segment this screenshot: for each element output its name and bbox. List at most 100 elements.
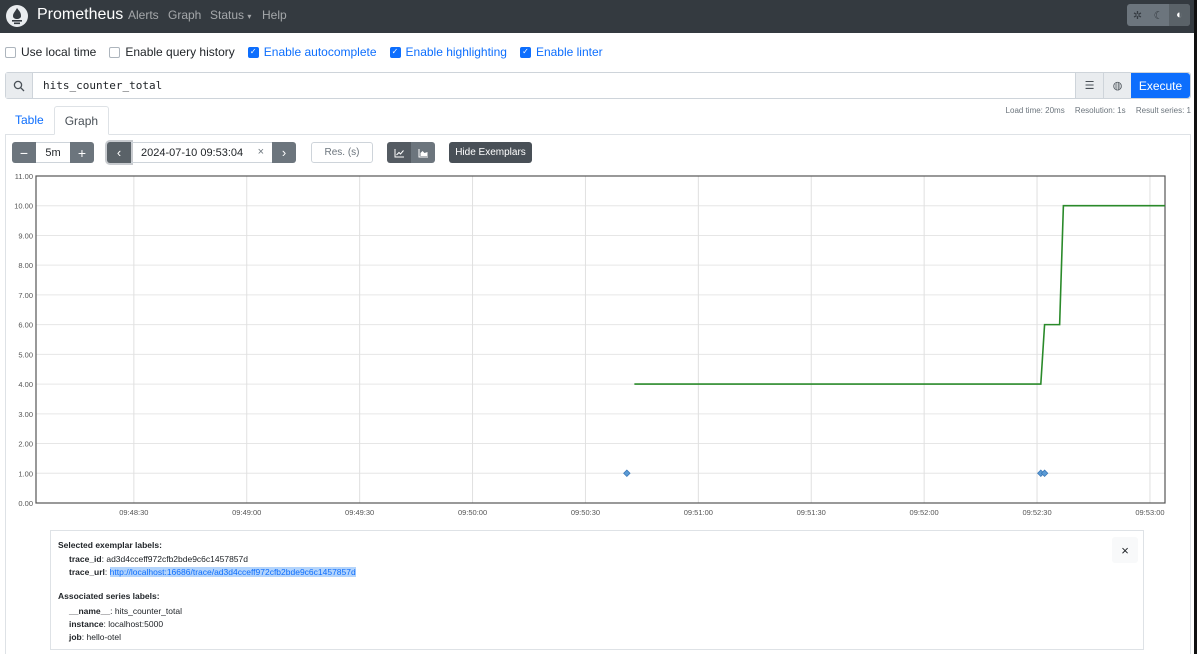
exemplar-label-trace-url: trace_url: http://localhost:16686/trace/… [69,567,356,577]
increase-range-button[interactable]: + [70,142,94,163]
trace-url-link[interactable]: http://localhost:16686/trace/ad3d4cceff9… [109,567,356,577]
expression-input-group: hits_counter_total ☰ ◍ Execute [5,72,1191,99]
theme-dark-button[interactable]: ☾ [1148,4,1169,26]
theme-auto-button[interactable]: ◐ [1169,4,1190,26]
nav-alerts[interactable]: Alerts [128,8,159,22]
y-tick-label: 6.00 [18,321,33,330]
option-enable-highlighting[interactable]: ✓ Enable highlighting [389,45,507,59]
globe-icon: ◍ [1112,80,1123,92]
chevron-down-icon: ▾ [247,12,252,21]
exemplar-marker[interactable] [623,469,631,478]
previous-time-button[interactable]: ‹ [107,142,131,163]
label-key: instance [69,619,104,629]
clear-time-icon[interactable]: × [258,146,264,158]
label-value: hits_counter_total [114,606,182,616]
expression-input[interactable]: hits_counter_total [33,73,1075,98]
tab-table[interactable]: Table [5,106,54,135]
y-tick-label: 10.00 [14,202,33,211]
view-tabs: Table Graph [5,106,110,135]
checkbox[interactable] [109,46,121,58]
theme-switcher: ✲ ☾ ◐ [1127,4,1190,26]
line-chart-button[interactable] [387,142,411,163]
y-tick-label: 1.00 [18,469,33,478]
label-key: trace_id [69,554,102,564]
sun-gear-icon: ✲ [1132,9,1143,22]
close-exemplar-button[interactable]: × [1112,537,1138,563]
x-axis-ticks: 09:48:30 09:49:00 09:49:30 09:50:00 09:50:30… [119,508,1164,517]
x-tick-label: 09:52:00 [910,508,939,517]
hide-exemplars-button[interactable]: Hide Exemplars [449,142,532,163]
chart-grid [36,175,1165,504]
metrics-explorer-button[interactable]: ◍ [1103,73,1131,98]
label-value: ad3d4cceff972cfb2bde9c6c1457857d [106,554,248,564]
chart-mode-group [387,142,435,163]
nav-graph[interactable]: Graph [168,8,201,22]
nav-status[interactable]: Status ▾ [210,8,251,22]
label-key: job [69,632,82,642]
graph-chart[interactable]: 0.00 1.00 2.00 3.00 4.00 5.00 6.00 7.00 8.00 9.00… [0,168,1197,520]
y-tick-label: 5.00 [18,350,33,359]
y-axis-ticks: 0.00 1.00 2.00 3.00 4.00 5.00 6.00 7.00 8.00 9.00… [14,172,33,508]
navbar: Prometheus Alerts Graph Status ▾ Help ✲ … [0,0,1197,33]
end-time-input-group: ‹ 2024-07-10 09:53:04 × › [107,142,296,163]
associated-series-heading: Associated series labels: [58,591,160,601]
label-key: __name__ [69,606,111,616]
option-enable-linter[interactable]: ✓ Enable linter [519,45,603,59]
label-key: trace_url [69,567,105,577]
label-value: localhost:5000 [108,619,164,629]
label-value: hello-otel [86,632,121,642]
series-label-job: job: hello-otel [69,632,121,642]
line-chart-icon [394,148,404,157]
checkbox-checked[interactable]: ✓ [389,46,401,58]
graph-controls: − 5m + ‹ 2024-07-10 09:53:04 × › Res. (s)… [12,142,532,163]
x-tick-label: 09:49:30 [345,508,374,517]
exemplar-label-trace-id: trace_id: ad3d4cceff972cfb2bde9c6c145785… [69,554,248,564]
checkbox-checked[interactable]: ✓ [519,46,531,58]
brand-title[interactable]: Prometheus [37,6,123,24]
search-icon [6,73,33,98]
format-icon: ☰ [1084,80,1095,92]
series-label-instance: instance: localhost:5000 [69,619,164,629]
x-tick-label: 09:52:30 [1022,508,1051,517]
y-tick-label: 0.00 [18,499,33,508]
next-time-button[interactable]: › [272,142,296,163]
y-tick-label: 8.00 [18,261,33,270]
execute-button[interactable]: Execute [1131,73,1190,98]
format-expression-button[interactable]: ☰ [1075,73,1103,98]
option-enable-query-history[interactable]: Enable query history [109,45,235,59]
selected-exemplar-heading: Selected exemplar labels: [58,540,162,550]
y-tick-label: 7.00 [18,291,33,300]
x-tick-label: 09:50:30 [571,508,600,517]
series-label-name: __name__: hits_counter_total [69,606,182,616]
checkbox-checked[interactable]: ✓ [247,46,259,58]
x-tick-label: 09:49:00 [232,508,261,517]
theme-light-button[interactable]: ✲ [1127,4,1148,26]
end-time-value: 2024-07-10 09:53:04 [141,146,244,159]
option-use-local-time[interactable]: Use local time [5,45,96,59]
tab-graph[interactable]: Graph [53,106,110,135]
x-tick-label: 09:51:00 [684,508,713,517]
nav-help[interactable]: Help [262,8,287,22]
x-tick-label: 09:51:30 [797,508,826,517]
end-time-input[interactable]: 2024-07-10 09:53:04 × [131,142,272,163]
option-enable-autocomplete[interactable]: ✓ Enable autocomplete [247,45,377,59]
query-options: Use local time Enable query history ✓ Ena… [5,45,616,59]
y-tick-label: 4.00 [18,380,33,389]
x-tick-label: 09:53:00 [1135,508,1164,517]
x-tick-label: 09:50:00 [458,508,487,517]
y-tick-label: 2.00 [18,440,33,449]
nav-status-label: Status [210,8,245,22]
x-tick-label: 09:48:30 [119,508,148,517]
range-input[interactable]: 5m [36,142,70,163]
moon-icon: ☾ [1153,9,1164,22]
stacked-chart-button[interactable] [411,142,435,163]
y-tick-label: 11.00 [15,172,33,181]
prometheus-logo-icon[interactable] [6,5,28,27]
y-tick-label: 3.00 [18,410,33,419]
decrease-range-button[interactable]: − [12,142,36,163]
checkbox[interactable] [5,46,16,58]
resolution-input[interactable]: Res. (s) [311,142,373,163]
half-circle-icon: ◐ [1176,9,1183,21]
result-series: Result series: 1 [1135,106,1191,115]
area-chart-icon [418,148,428,157]
